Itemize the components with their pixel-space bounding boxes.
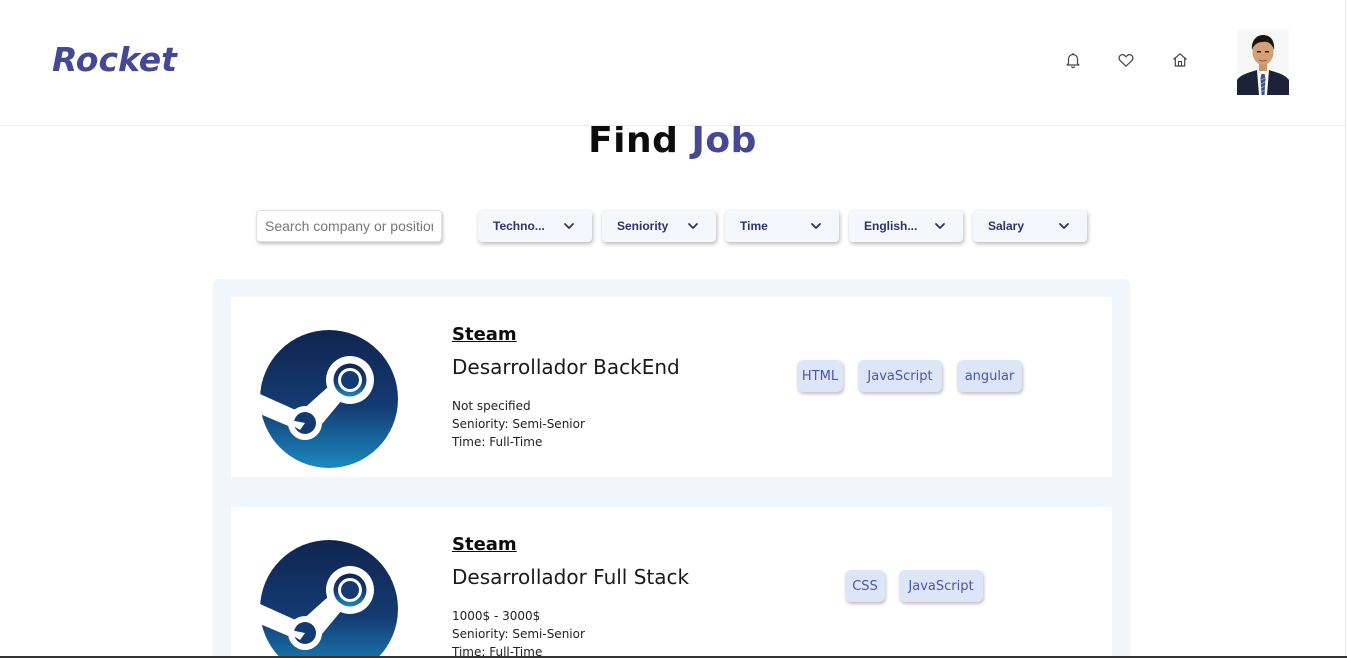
seniority-filter-dropdown[interactable]: Seniority <box>602 210 716 242</box>
steam-logo-icon <box>260 330 398 468</box>
english-filter-label: English... <box>864 219 918 233</box>
chevron-down-icon <box>564 223 574 229</box>
avatar-photo <box>1237 30 1289 95</box>
tech-chip-angular[interactable]: angular <box>957 360 1022 392</box>
seniority-filter-label: Seniority <box>617 219 669 233</box>
page: Rocket Find Job Search company or positi… <box>0 0 1347 658</box>
time-filter-dropdown[interactable]: Time <box>725 210 839 242</box>
home-icon[interactable] <box>1171 51 1189 69</box>
tech-chip-css[interactable]: CSS <box>845 570 885 602</box>
steam-logo-icon <box>260 540 398 658</box>
page-title: Find Job <box>0 120 1345 161</box>
company-name[interactable]: Steam <box>452 324 517 345</box>
company-name[interactable]: Steam <box>452 534 517 555</box>
tech-chip-html[interactable]: HTML <box>797 360 843 392</box>
job-card[interactable]: Steam Desarrollador BackEnd Not specifie… <box>231 297 1112 477</box>
job-card[interactable]: Steam Desarrollador Full Stack 1000$ - 3… <box>231 507 1112 658</box>
bell-icon[interactable] <box>1064 51 1082 69</box>
user-avatar[interactable] <box>1237 30 1289 95</box>
salary-filter-label: Salary <box>988 219 1025 233</box>
page-title-find: Find <box>588 120 679 161</box>
brand-logo[interactable]: Rocket <box>52 40 177 79</box>
chevron-down-icon <box>935 223 945 229</box>
chevron-down-icon <box>688 223 698 229</box>
heart-icon[interactable] <box>1117 51 1135 69</box>
job-position: Desarrollador BackEnd <box>452 355 680 379</box>
right-divider <box>1345 0 1346 658</box>
tech-chip-javascript[interactable]: JavaScript <box>899 570 983 602</box>
page-title-job: Job <box>691 120 757 161</box>
tech-chip-javascript[interactable]: JavaScript <box>858 360 942 392</box>
technology-filter-dropdown[interactable]: Techno... <box>478 210 592 242</box>
technology-filter-label: Techno... <box>493 219 545 233</box>
job-salary: 1000$ - 3000$ <box>452 609 541 623</box>
search-input[interactable] <box>256 210 442 242</box>
top-navbar: Rocket <box>0 0 1345 126</box>
job-seniority: Seniority: Semi-Senior <box>452 627 585 641</box>
job-position: Desarrollador Full Stack <box>452 565 690 589</box>
english-filter-dropdown[interactable]: English... <box>849 210 963 242</box>
job-salary: Not specified <box>452 399 531 413</box>
chevron-down-icon <box>1059 223 1069 229</box>
time-filter-label: Time <box>740 219 768 233</box>
chevron-down-icon <box>811 223 821 229</box>
job-seniority: Seniority: Semi-Senior <box>452 417 585 431</box>
job-time: Time: Full-Time <box>452 435 543 449</box>
salary-filter-dropdown[interactable]: Salary <box>973 210 1087 242</box>
